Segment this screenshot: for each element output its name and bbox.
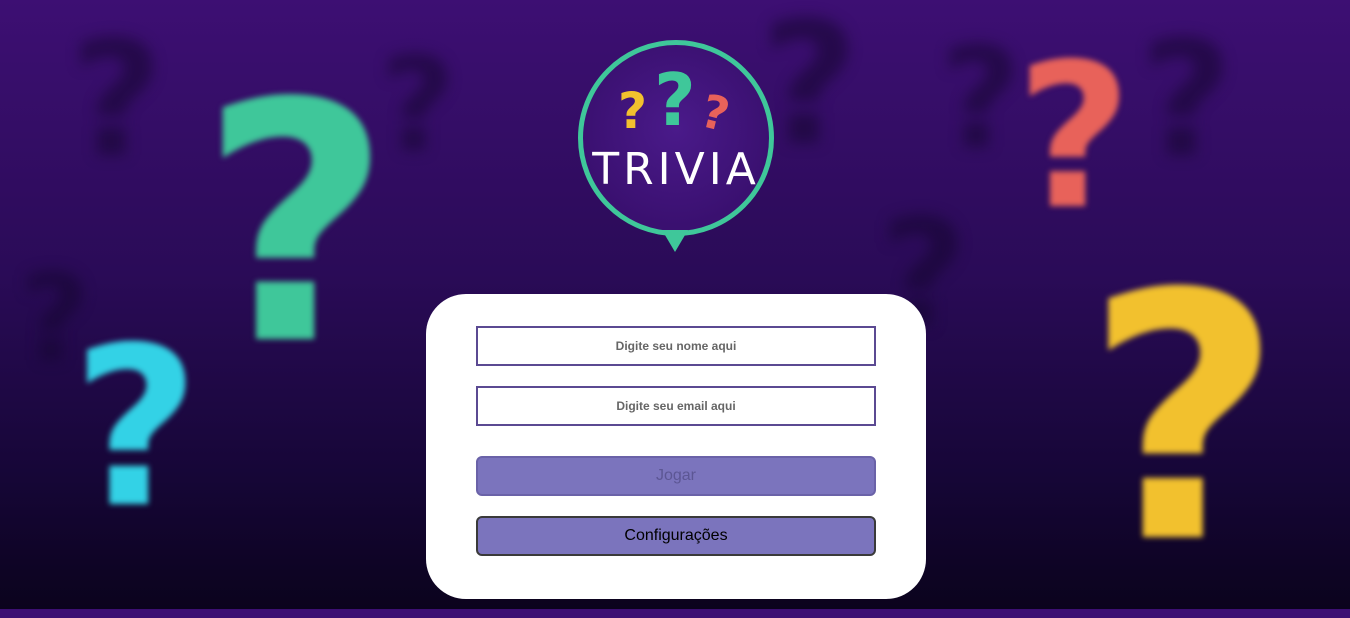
name-input[interactable] (476, 326, 876, 366)
question-mark-icon: ? (1140, 6, 1233, 193)
settings-button[interactable]: Configurações (476, 516, 876, 556)
question-mark-icon: ? (654, 58, 696, 142)
email-input[interactable] (476, 386, 876, 426)
question-mark-icon: ? (20, 250, 90, 389)
question-mark-icon: ? (1016, 21, 1133, 254)
play-button[interactable]: Jogar (476, 456, 876, 496)
question-mark-icon: ? (380, 29, 456, 181)
trivia-logo: ? ? ? TRIVIA (578, 40, 774, 254)
logo-pointer (662, 230, 688, 252)
question-mark-icon: ? (1085, 222, 1283, 618)
question-mark-icon: ? (200, 33, 392, 417)
question-mark-icon: ? (940, 18, 1022, 181)
question-mark-icon: ? (760, 0, 859, 184)
logo-title: TRIVIA (592, 144, 760, 195)
question-mark-icon: ? (70, 6, 163, 193)
question-mark-icon: ? (72, 300, 200, 556)
question-mark-icon: ? (618, 82, 648, 140)
login-card: Jogar Configurações (426, 294, 926, 599)
